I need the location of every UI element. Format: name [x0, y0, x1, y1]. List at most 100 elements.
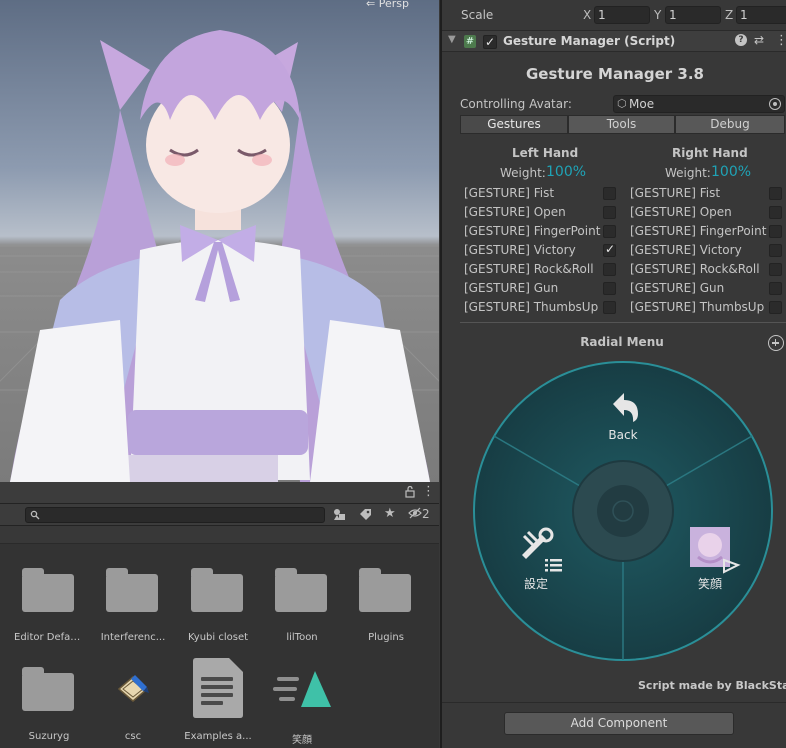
component-menu-icon[interactable]: ⋮: [775, 33, 786, 48]
gesture-checkbox[interactable]: [769, 244, 782, 257]
gesture-checkbox[interactable]: [769, 282, 782, 295]
section-divider: [460, 322, 786, 323]
gesture-checkbox[interactable]: [603, 301, 616, 314]
kebab-menu-icon[interactable]: ⋮: [422, 484, 435, 499]
component-heading: Gesture Manager 3.8: [525, 65, 704, 83]
perspective-label[interactable]: ⇐ Persp: [366, 0, 409, 10]
gesture-label: [GESTURE] ThumbsUp: [464, 300, 599, 314]
object-picker-icon[interactable]: [769, 98, 781, 110]
scale-z-input[interactable]: 1: [736, 6, 786, 24]
asset-item[interactable]: lilToon: [267, 560, 337, 646]
gesture-label: [GESTURE] Victory: [630, 243, 742, 257]
add-circle-icon[interactable]: [768, 335, 784, 351]
folder-icon: [106, 568, 158, 612]
folder-icon: [275, 568, 327, 612]
tab-gestures[interactable]: Gestures: [460, 115, 568, 134]
gesture-label: [GESTURE] Rock&Roll: [464, 262, 594, 276]
favorites-star-icon[interactable]: ★: [384, 506, 396, 521]
text-document-icon: [193, 658, 243, 718]
checkmark-icon: ✓: [605, 242, 616, 256]
gesture-checkbox[interactable]: ✓: [603, 242, 616, 257]
tab-debug[interactable]: Debug: [675, 115, 785, 134]
perspective-arrow-icon: ⇐: [366, 0, 379, 10]
right-hand-title: Right Hand: [672, 146, 748, 160]
search-input[interactable]: [25, 507, 325, 523]
right-weight-label: Weight:: [665, 166, 711, 180]
folder-icon: [359, 568, 411, 612]
gesture-checkbox[interactable]: [603, 282, 616, 295]
asset-label: Plugins: [368, 632, 404, 643]
asset-item[interactable]: Interferenc...: [98, 560, 168, 646]
asset-item[interactable]: 笑顔: [267, 659, 337, 746]
asset-label: Editor Defau...: [14, 632, 84, 643]
avatar-character: [10, 30, 430, 482]
gesture-label: [GESTURE] Gun: [630, 281, 725, 295]
gesture-label: [GESTURE] Fist: [464, 186, 555, 200]
gesture-label: [GESTURE] Rock&Roll: [630, 262, 760, 276]
scale-y-label: Y: [654, 8, 662, 22]
filter-by-label-icon[interactable]: [359, 508, 372, 524]
hidden-count: 2: [422, 507, 430, 521]
scene-view[interactable]: ⇐ Persp: [0, 0, 439, 482]
radial-menu[interactable]: Back 設定 笑顔: [472, 360, 774, 662]
gesture-checkbox[interactable]: [603, 206, 616, 219]
gesture-label: [GESTURE] Open: [464, 205, 566, 219]
asset-item[interactable]: csc: [98, 659, 168, 745]
asset-item[interactable]: Suzuryg: [14, 659, 84, 745]
lock-icon[interactable]: [404, 485, 416, 498]
controlling-avatar-field[interactable]: ⬡ Moe: [613, 95, 785, 113]
avatar-object-icon: ⬡: [617, 97, 627, 110]
asset-item[interactable]: Editor Defau...: [14, 560, 84, 646]
asset-item[interactable]: Kyubi closet: [183, 560, 253, 646]
gesture-label: [GESTURE] FingerPoint: [464, 224, 601, 238]
radial-settings-label: 設定: [524, 576, 548, 591]
folder-icon: [22, 568, 74, 612]
credit-text: Script made by BlackStartx: [638, 679, 786, 692]
gesture-label: [GESTURE] Open: [630, 205, 732, 219]
gesture-checkbox[interactable]: [603, 225, 616, 238]
eye-slash-icon: [408, 507, 422, 519]
asset-item[interactable]: Examples a...: [183, 658, 253, 745]
asset-label: Examples a...: [184, 731, 252, 742]
scale-z-label: Z: [725, 8, 734, 22]
gesture-checkbox[interactable]: [769, 187, 782, 200]
gesture-checkbox[interactable]: [603, 263, 616, 276]
breadcrumb: [0, 526, 439, 544]
gesture-checkbox[interactable]: [769, 225, 782, 238]
folder-icon: [22, 667, 74, 711]
gesture-checkbox[interactable]: [769, 206, 782, 219]
controlling-avatar-label: Controlling Avatar:: [460, 97, 572, 111]
script-asset-icon: [117, 675, 149, 702]
gesture-checkbox[interactable]: [769, 301, 782, 314]
scale-x-input[interactable]: 1: [594, 6, 650, 24]
filter-by-type-icon[interactable]: [333, 508, 346, 524]
asset-label: Suzuryg: [28, 731, 70, 742]
gesture-label: [GESTURE] Fist: [630, 186, 721, 200]
asset-label: lilToon: [286, 632, 318, 643]
asset-label: Kyubi closet: [187, 632, 249, 643]
asset-item[interactable]: Plugins: [351, 560, 421, 646]
hidden-packages-toggle[interactable]: 2: [408, 507, 430, 521]
animation-clip-icon: [273, 671, 331, 707]
scale-y-input[interactable]: 1: [665, 6, 721, 24]
radial-expression-label: 笑顔: [698, 576, 722, 591]
component-title: Gesture Manager (Script): [503, 34, 676, 48]
project-search-bar: ★ 2: [0, 504, 439, 526]
asset-label: 笑顔: [292, 735, 312, 746]
gesture-checkbox[interactable]: [769, 263, 782, 276]
perspective-text: Persp: [378, 0, 409, 10]
scale-label: Scale: [461, 8, 494, 22]
foldout-arrow-icon[interactable]: ▼: [448, 34, 456, 45]
right-weight-value: 100%: [711, 164, 752, 180]
add-component-button[interactable]: Add Component: [504, 712, 734, 735]
gesture-label: [GESTURE] Victory: [464, 243, 576, 257]
gesture-checkbox[interactable]: [603, 187, 616, 200]
asset-label: Interferenc...: [100, 632, 166, 643]
help-icon[interactable]: ?: [735, 34, 747, 46]
radial-back-label: Back: [608, 428, 637, 442]
scale-field: Scale X 1 Y 1 Z 1: [442, 3, 786, 25]
presets-sliders-icon[interactable]: ⇄: [754, 33, 764, 47]
tab-tools[interactable]: Tools: [568, 115, 675, 134]
component-header[interactable]: ▼ # ✓ Gesture Manager (Script) ? ⇄ ⋮: [442, 30, 786, 52]
component-enabled-checkbox[interactable]: ✓: [483, 35, 497, 49]
